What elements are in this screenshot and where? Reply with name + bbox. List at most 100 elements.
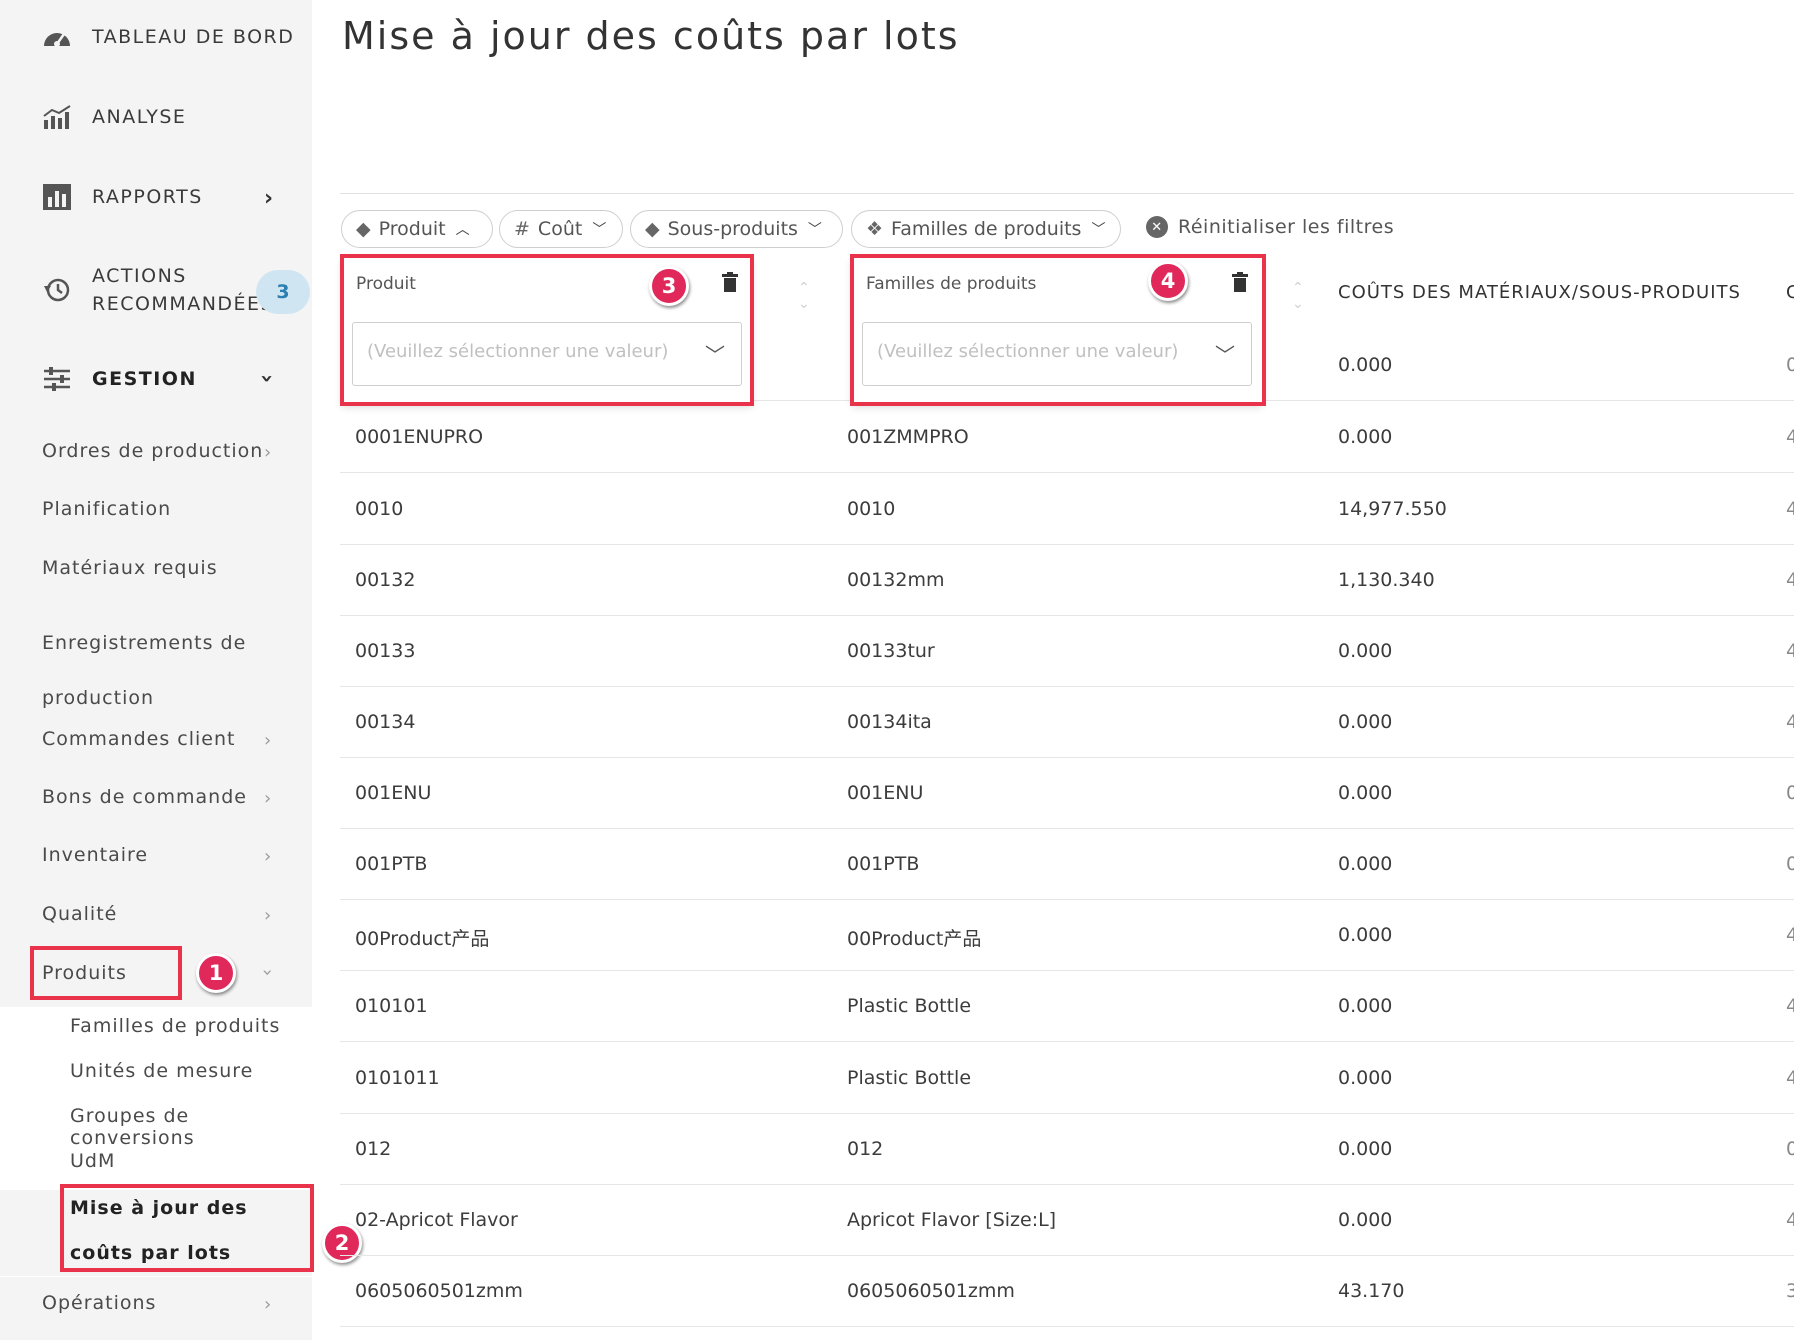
filter-chip-produit[interactable]: ◆ Produit ︿ — [341, 210, 493, 248]
nav-rapports[interactable]: RAPPORTS — [40, 182, 203, 212]
sidebar-item-bons-de-commande[interactable]: Bons de commande — [42, 786, 247, 808]
table-cell-c1: 0001ENUPRO — [355, 426, 484, 448]
chip-label: Familles de produits — [891, 218, 1082, 240]
table-row[interactable]: 00134 00134ita 0.000 4 — [340, 687, 1794, 758]
dashboard-gauge-icon — [40, 22, 74, 52]
table-row[interactable]: 00133 00133tur 0.000 4 — [340, 616, 1794, 687]
table-cell-c3: 0.000 — [1338, 1138, 1393, 1160]
chevron-right-icon: › — [264, 905, 272, 926]
table-row[interactable]: 0001ENUPRO 001ZMMPRO 0.000 4 — [340, 402, 1794, 473]
history-clock-icon — [40, 275, 74, 305]
table-cell-c4: 4 — [1786, 498, 1794, 520]
table-cell-c2: 001ZMMPRO — [847, 426, 969, 448]
sidebar-item-planification[interactable]: Planification — [42, 498, 171, 520]
table-row[interactable]: 001PTB 001PTB 0.000 0 — [340, 829, 1794, 900]
table-cell-c3: 14,977.550 — [1338, 498, 1447, 520]
close-circle-icon: ✕ — [1146, 216, 1168, 238]
sidebar-item-udm[interactable]: UdM — [70, 1150, 115, 1172]
column-header-partial[interactable]: C — [1786, 282, 1794, 303]
chevron-right-icon: › — [264, 846, 272, 867]
sidebar-item-qualite[interactable]: Qualité — [42, 903, 117, 925]
table-cell-c2: 0605060501zmm — [847, 1280, 1015, 1302]
sidebar-item-enregistrements-de-production[interactable]: Enregistrements de production — [42, 616, 246, 726]
table-row[interactable]: 010101 Plastic Bottle 0.000 4 — [340, 971, 1794, 1042]
chevron-right-icon: › — [264, 1294, 272, 1315]
table-cell-c2: Plastic Bottle — [847, 1067, 972, 1089]
sidebar-item-commandes-client[interactable]: Commandes client — [42, 728, 235, 750]
divider — [340, 193, 1794, 194]
nav-label: ACTIONS RECOMMANDÉES — [92, 262, 274, 318]
chevron-right-icon[interactable]: › — [264, 186, 273, 211]
sidebar-item-materiaux-requis[interactable]: Matériaux requis — [42, 557, 218, 579]
table-cell-c4: 4 — [1786, 995, 1794, 1017]
highlight-produits — [30, 946, 182, 1000]
table-cell-c1: 001PTB — [355, 853, 428, 875]
sidebar-item-inventaire[interactable]: Inventaire — [42, 844, 148, 866]
filter-chip-familles-de-produits[interactable]: ❖ Familles de produits ﹀ — [851, 210, 1121, 248]
filter-chip-sous-produits[interactable]: ◆ Sous-produits ﹀ — [630, 210, 843, 248]
chip-label: Produit — [378, 218, 446, 240]
table-cell-c1: 0101011 — [355, 1067, 440, 1089]
table-row[interactable]: 0101011 Plastic Bottle 0.000 4 — [340, 1043, 1794, 1114]
table-row[interactable]: 00132 00132mm 1,130.340 4 — [340, 545, 1794, 616]
sidebar-item-label-line1: Enregistrements de — [42, 632, 247, 654]
nav-label-line1: ACTIONS — [92, 265, 187, 287]
table-cell-c3: 0.000 — [1338, 1209, 1393, 1231]
table-row[interactable]: 0010 0010 14,977.550 4 — [340, 474, 1794, 545]
table-row[interactable]: 001ENU 001ENU 0.000 0 — [340, 758, 1794, 829]
table-cell-c4: 4 — [1786, 1067, 1794, 1089]
nav-actions-recommandees[interactable]: ACTIONS RECOMMANDÉES — [40, 262, 274, 318]
chevron-down-icon: ﹀ — [592, 222, 607, 238]
sidebar-item-operations[interactable]: Opérations — [42, 1292, 156, 1314]
report-icon — [40, 182, 74, 212]
sidebar-item-ordres-de-production[interactable]: Ordres de production — [42, 440, 263, 462]
table-cell-c3: 0.000 — [1338, 1067, 1393, 1089]
table-row[interactable]: 02-Apricot Flavor Apricot Flavor [Size:L]… — [340, 1185, 1794, 1256]
chevron-down-icon[interactable]: › — [254, 374, 279, 383]
callout-1: 1 — [196, 953, 236, 993]
table-row[interactable]: 00Product产品 00Product产品 0.000 4 — [340, 900, 1794, 971]
sort-icon[interactable]: ⌃ ⌄ — [1292, 280, 1304, 312]
table-cell-c2: 001PTB — [847, 853, 920, 875]
table-cell-c4: 4 — [1786, 924, 1794, 946]
nav-label-line2: RECOMMANDÉES — [92, 293, 275, 315]
chevron-right-icon: › — [264, 730, 272, 751]
sidebar: TABLEAU DE BORD ANALYSE RAPPORTS › ACTIO… — [0, 0, 312, 1340]
sidebar-item-unites-de-mesure[interactable]: Unités de mesure — [70, 1060, 253, 1082]
nav-tableau-de-bord[interactable]: TABLEAU DE BORD — [40, 22, 294, 52]
table-cell-c4: 4 — [1786, 640, 1794, 662]
reset-filters-button[interactable]: ✕ Réinitialiser les filtres — [1146, 216, 1394, 238]
table-row[interactable]: 0605060501zmm 0605060501zmm 43.170 3 — [340, 1256, 1794, 1327]
table-cell-c2: 012 — [847, 1138, 884, 1160]
chip-label: Sous-produits — [667, 218, 798, 240]
chevron-down-icon: ﹀ — [1091, 222, 1106, 238]
table-cell-c1: 00Product产品 — [355, 928, 490, 950]
nav-label: ANALYSE — [92, 106, 187, 128]
table-cell-c2: 00134ita — [847, 711, 932, 733]
analysis-chart-icon — [40, 102, 74, 132]
sidebar-item-familles-de-produits[interactable]: Familles de produits — [70, 1015, 280, 1037]
sidebar-item-groupes-de-conversions[interactable]: Groupes de conversions — [70, 1105, 312, 1149]
table-cell-c3: 0.000 — [1338, 853, 1393, 875]
sidebar-item-label-line2: production — [42, 687, 155, 709]
table-row[interactable]: 012 012 0.000 0 — [340, 1114, 1794, 1185]
filter-chip-cout[interactable]: # Coût ﹀ — [499, 210, 623, 248]
table-cell-c3: 1,130.340 — [1338, 569, 1435, 591]
cube-icon: ◆ — [645, 218, 660, 240]
table-cell-c4: 0 — [1786, 354, 1794, 376]
callout-4: 4 — [1148, 261, 1188, 301]
table-cell-c3: 43.170 — [1338, 1280, 1405, 1302]
table-cell-c2: Plastic Bottle — [847, 995, 972, 1017]
sort-icon[interactable]: ⌃ ⌄ — [798, 280, 810, 312]
column-header-couts-materiaux[interactable]: COÛTS DES MATÉRIAUX/SOUS-PRODUITS — [1338, 282, 1741, 303]
table-cell-c4: 4 — [1786, 569, 1794, 591]
table-cell-c3: 0.000 — [1338, 924, 1393, 946]
highlight-mise-a-jour — [60, 1184, 314, 1272]
table-cell-c1: 00134 — [355, 711, 416, 733]
chevron-down-icon: › — [257, 968, 279, 977]
nav-gestion[interactable]: GESTION — [40, 364, 197, 394]
nav-label: RAPPORTS — [92, 186, 203, 208]
nav-analyse[interactable]: ANALYSE — [40, 102, 186, 132]
table-cell-c3: 0.000 — [1338, 354, 1393, 376]
table-cell-c4: 4 — [1786, 426, 1794, 448]
